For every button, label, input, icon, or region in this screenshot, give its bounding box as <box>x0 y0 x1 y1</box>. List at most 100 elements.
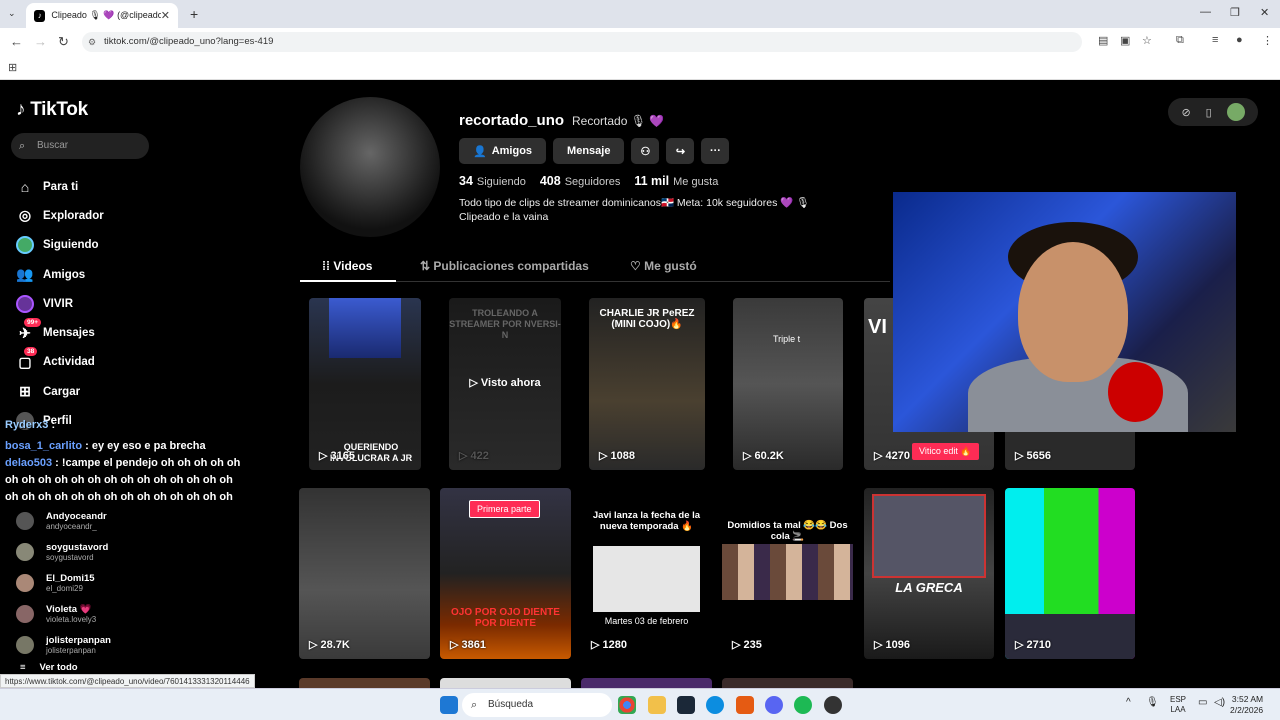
sidebar-item-activity[interactable]: ▢ 38 Actividad <box>16 347 104 377</box>
browser-tab-bar: ⌄ ♪ Clipeado 🎙 💜 (@clipeado_un ✕ + — ❐ ✕ <box>0 0 1280 28</box>
view-count-value: 1088 <box>610 450 635 462</box>
tiktok-logo[interactable]: ♪ TikTok <box>16 99 88 121</box>
view-count-value: 3861 <box>461 639 486 651</box>
video-card[interactable]: Javi lanza la fecha de la nueva temporad… <box>581 488 712 659</box>
restore-icon[interactable]: ❐ <box>1230 6 1240 19</box>
video-caption: CHARLIE JR PeREZ (MINI COJO)🔥 <box>599 308 695 330</box>
browser-menu-icon[interactable]: ⋮ <box>1262 34 1273 47</box>
video-caption: OJO POR OJO DIENTE POR DIENTE <box>451 607 560 629</box>
video-card[interactable]: TROLEANDO A STREAMER POR NVERSI-N ▷ Vist… <box>449 298 561 470</box>
profile-icon[interactable]: ● <box>1236 34 1243 46</box>
following-user[interactable]: El_Domi15 el_domi29 <box>16 567 246 598</box>
view-count-value: 5656 <box>1026 450 1051 462</box>
friends-button[interactable]: 👤 Amigos <box>459 138 547 164</box>
new-tab-icon[interactable]: + <box>190 6 198 22</box>
obs-icon[interactable] <box>824 696 842 714</box>
see-all-link[interactable]: ≡ Ver todo <box>20 662 78 673</box>
site-info-icon[interactable]: ⚙ <box>88 32 96 52</box>
user-avatar[interactable] <box>1226 103 1245 121</box>
tab-close-icon[interactable]: ✕ <box>161 9 170 22</box>
search-input[interactable]: ⌕ Buscar <box>11 133 149 159</box>
followers-stat[interactable]: 408 Seguidores <box>540 174 621 188</box>
sidebar-item-following[interactable]: Siguiendo <box>16 231 104 260</box>
tab-label: Publicaciones compartidas <box>433 259 589 273</box>
url-field[interactable]: ⚙ tiktok.com/@clipeado_uno?lang=es-419 <box>82 32 1082 52</box>
active-tab-indicator <box>300 280 396 282</box>
video-card[interactable]: Domidios ta mal 😂😂 Dos cola 🚬 ▷ 235 <box>722 488 853 659</box>
translate-icon[interactable]: ▤ <box>1098 34 1108 47</box>
windows-start-icon[interactable] <box>440 696 458 714</box>
following-user[interactable]: Andyoceandr andyoceandr_ <box>16 505 246 536</box>
view-count: ▷ 3165 <box>319 450 355 462</box>
sidebar-item-friends[interactable]: 👥 Amigos <box>16 260 104 289</box>
video-card[interactable]: CHARLIE JR PeREZ (MINI COJO)🔥 ▷ 1088 <box>589 298 705 470</box>
more-icon: ··· <box>709 145 721 157</box>
device-icon[interactable]: ▯ <box>1206 106 1212 119</box>
profile-avatar[interactable] <box>300 97 440 237</box>
file-explorer-icon[interactable] <box>648 696 666 714</box>
following-name: soygustavord <box>46 541 109 553</box>
more-button[interactable]: ··· <box>701 138 730 164</box>
window-close-icon[interactable]: ✕ <box>1260 6 1269 19</box>
following-stat[interactable]: 34 Siguiendo <box>459 174 526 188</box>
steam-icon[interactable] <box>677 696 695 714</box>
sidebar-item-label: Actividad <box>43 356 95 369</box>
sidebar-item-explore[interactable]: ◎ Explorador <box>16 201 104 230</box>
video-card[interactable]: LA GRECA ▷ 1096 <box>864 488 994 659</box>
forward-icon[interactable]: → <box>34 34 47 49</box>
discord-icon[interactable] <box>765 696 783 714</box>
share-button[interactable]: ↪ <box>666 138 695 164</box>
tab-reposts[interactable]: ⇅ Publicaciones compartidas <box>420 259 589 273</box>
video-thumbnail <box>593 546 700 612</box>
tab-videos[interactable]: ⁞⁞ Videos <box>322 259 372 273</box>
activity-badge: 38 <box>24 347 38 357</box>
system-clock[interactable]: 3:52 AM 2/2/2026 <box>1230 694 1263 716</box>
media-icon[interactable]: ≡ <box>1212 34 1218 46</box>
add-user-icon: ⚇ <box>640 145 651 158</box>
tab-search-icon[interactable]: ⌄ <box>8 8 16 19</box>
watched-now-overlay: ▷ Visto ahora <box>469 377 541 389</box>
link-status-bar: https://www.tiktok.com/@clipeado_uno/vid… <box>0 674 255 688</box>
tab-label: Videos <box>333 259 373 273</box>
following-handle: jolisterpanpan <box>46 645 96 655</box>
app-icon[interactable] <box>736 696 754 714</box>
following-user[interactable]: jolisterpanpan jolisterpanpan <box>16 629 246 660</box>
streamer-webcam-overlay <box>893 192 1236 432</box>
spotify-icon[interactable] <box>794 696 812 714</box>
back-icon[interactable]: ← <box>10 34 23 49</box>
mic-icon[interactable]: 🎙 <box>1146 698 1159 708</box>
bookmark-star-icon[interactable]: ☆ <box>1142 34 1152 47</box>
coins-icon[interactable]: ⊘ <box>1181 106 1190 119</box>
sidebar-item-messages[interactable]: ✈ 99+ Mensajes <box>16 318 104 347</box>
profile-username: recortado_uno <box>459 112 565 129</box>
taskbar-search[interactable]: ⌕ Búsqueda <box>462 693 612 717</box>
sidebar-item-live[interactable]: VIVIR <box>16 289 104 318</box>
language-indicator[interactable]: ESP LAA <box>1170 695 1186 715</box>
video-card[interactable]: QUERIENDO INVOLUCRAR A JR ▷ 3165 <box>309 298 421 470</box>
message-button[interactable]: Mensaje <box>553 138 625 164</box>
browser-tab[interactable]: ♪ Clipeado 🎙 💜 (@clipeado_un ✕ <box>26 3 178 28</box>
sidebar-item-upload[interactable]: ⊞ Cargar <box>16 377 104 406</box>
video-card[interactable]: ▷ 28.7K <box>299 488 430 659</box>
apps-grid-icon[interactable]: ⊞ <box>8 61 17 74</box>
video-card[interactable]: ▷ 2710 <box>1005 488 1135 659</box>
sidebar-item-for-you[interactable]: ⌂ Para ti <box>16 172 104 201</box>
volume-icon[interactable]: ◁) <box>1214 698 1225 708</box>
following-list: Andyoceandr andyoceandr_ soygustavord soyg… <box>16 505 246 660</box>
tab-liked[interactable]: ♡ Me gustó <box>630 259 697 273</box>
chat-message: bosa_1_carlito : ey ey eso e pa brecha <box>5 438 245 455</box>
following-user[interactable]: soygustavord soygustavord <box>16 536 246 567</box>
view-count: ▷ 4270 <box>874 450 910 462</box>
reload-icon[interactable]: ↻ <box>58 34 69 50</box>
add-friend-button[interactable]: ⚇ <box>631 138 660 164</box>
video-card[interactable]: Triple t ▷ 60.2K <box>733 298 843 470</box>
chrome-icon[interactable] <box>618 696 636 714</box>
cast-icon[interactable]: ▣ <box>1120 34 1130 47</box>
following-user[interactable]: Violeta 💗 violeta.lovely3 <box>16 598 246 629</box>
network-icon[interactable]: ▭ <box>1198 698 1207 708</box>
minimize-icon[interactable]: — <box>1200 6 1211 18</box>
extensions-icon[interactable]: ⧉ <box>1176 34 1184 47</box>
edge-icon[interactable] <box>706 696 724 714</box>
tray-overflow-icon[interactable]: ^ <box>1126 698 1131 708</box>
video-card[interactable]: Primera parte OJO POR OJO DIENTE POR DIE… <box>440 488 571 659</box>
